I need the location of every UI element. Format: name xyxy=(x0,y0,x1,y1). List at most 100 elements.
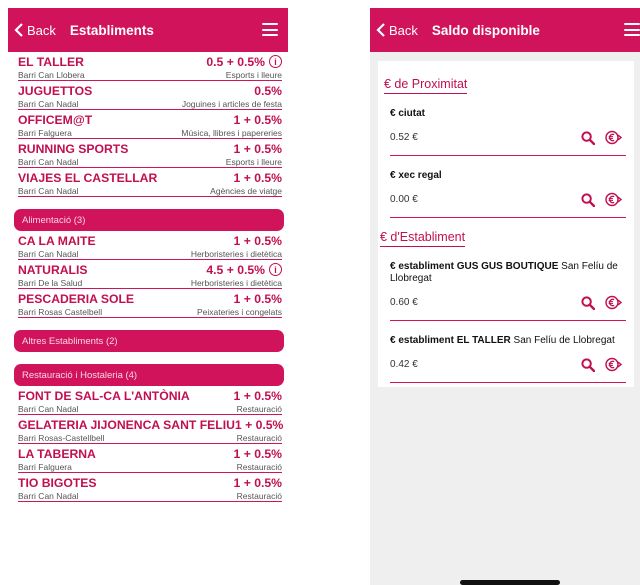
info-icon[interactable]: i xyxy=(269,263,282,276)
search-icon[interactable] xyxy=(581,295,595,310)
establishment-name: VIAJES EL CASTELLAR xyxy=(18,170,158,185)
neighbourhood: Barri Falguera xyxy=(18,462,72,472)
neighbourhood: Barri Can Nadal xyxy=(18,157,79,167)
home-indicator xyxy=(460,580,560,585)
establishment-name: TIO BIGOTES xyxy=(18,475,97,490)
discount-value: 0.5 + 0.5% xyxy=(206,54,265,69)
discount-value: 1 + 0.5% xyxy=(233,112,282,127)
establishment-row[interactable]: JUGUETTOS 0.5% Barri Can Nadal Joguines i a… xyxy=(18,81,282,110)
category-header-alimentacio[interactable]: Alimentació (3) xyxy=(14,209,284,231)
establishment-name: FONT DE SAL-CA L'ANTÒNIA xyxy=(18,388,190,403)
establishment-category: Herboristeries i dietètica xyxy=(190,278,282,288)
back-button[interactable]: Back xyxy=(8,23,56,38)
balance-name-bold: € ciutat xyxy=(390,108,426,119)
establishment-row[interactable]: PESCADERIA SOLE 1 + 0.5% Barri Rosas Caste… xyxy=(18,289,282,318)
balance-actions xyxy=(581,295,622,310)
establishment-name: LA TABERNA xyxy=(18,446,96,461)
euro-transfer-icon[interactable] xyxy=(605,130,622,145)
establishment-name: GELATERIA JIJONENCA SANT FELIU xyxy=(18,417,235,432)
category-header-restauracio[interactable]: Restauració i Hostaleria (4) xyxy=(14,364,284,386)
chevron-left-icon xyxy=(376,23,385,37)
discount-percent: 1 + 0.5% xyxy=(234,389,282,403)
establishment-list: EL TALLER 0.5 + 0.5% i Barri Can Llobera Esp… xyxy=(8,52,288,502)
page-title: Establiments xyxy=(69,22,154,38)
hamburger-menu-icon[interactable] xyxy=(262,23,278,36)
neighbourhood: Barri De la Salud xyxy=(18,278,83,288)
section-title-proximitat: € de Proximitat xyxy=(384,77,468,94)
search-icon[interactable] xyxy=(581,130,595,145)
balance-card: € establiment GUS GUS BOUTIQUE San Felíu… xyxy=(390,247,626,321)
back-button[interactable]: Back xyxy=(370,23,418,38)
discount-percent: 1 + 0.5% xyxy=(234,476,282,490)
establishment-category: Agències de viatge xyxy=(210,186,282,196)
establishment-name: JUGUETTOS xyxy=(18,83,93,98)
discount-value: 1 + 0.5% xyxy=(233,388,282,403)
establishment-row[interactable]: GELATERIA JIJONENCA SANT FELIU 1 + 0.5% Ba… xyxy=(18,415,283,444)
balance-actions xyxy=(581,357,622,372)
establishment-row[interactable]: OFFICEM@T 1 + 0.5% Barri Falguera Música, l… xyxy=(18,110,282,139)
balance-actions xyxy=(581,192,622,207)
euro-transfer-icon[interactable] xyxy=(605,357,622,372)
establiments-screen: Back Establiments EL TALLER 0.5 + 0.5% i Ba… xyxy=(8,8,288,585)
balance-name-rest: San Felíu de Llobregat xyxy=(510,335,615,346)
establishment-name: PESCADERIA SOLE xyxy=(18,291,135,306)
discount-percent: 1 + 0.5% xyxy=(235,418,283,432)
balance-name-bold: € xec regal xyxy=(390,170,442,181)
search-icon[interactable] xyxy=(581,192,595,207)
establishment-category: Esports i lleure xyxy=(225,157,282,167)
search-icon[interactable] xyxy=(581,357,595,372)
hamburger-menu-icon[interactable] xyxy=(624,23,640,36)
back-label: Back xyxy=(389,22,418,38)
establishment-name: NATURALIS xyxy=(18,262,88,277)
balance-card: € ciutat 0.52 € xyxy=(390,94,626,156)
establishment-category: Herboristeries i dietètica xyxy=(190,249,282,259)
establishment-name: RUNNING SPORTS xyxy=(18,141,129,156)
discount-value: 1 + 0.5% xyxy=(233,141,282,156)
balance-card: € xec regal 0.00 € xyxy=(390,156,626,218)
establishment-category: Restauració xyxy=(236,491,282,501)
neighbourhood: Barri Can Nadal xyxy=(18,491,79,501)
establishment-category: Restauració xyxy=(236,433,282,443)
establishment-category: Restauració xyxy=(236,404,282,414)
balance-amount: 0.42 € xyxy=(390,359,418,370)
establishment-row[interactable]: TIO BIGOTES 1 + 0.5% Barri Can Nadal Restau… xyxy=(18,473,282,502)
establishment-row[interactable]: CA LA MAITE 1 + 0.5% Barri Can Nadal Herbor… xyxy=(18,231,282,260)
category-header-altres[interactable]: Altres Establiments (2) xyxy=(14,330,284,352)
establishment-row[interactable]: NATURALIS 4.5 + 0.5% i Barri De la Salud Her… xyxy=(18,260,282,289)
balance-amount: 0.00 € xyxy=(390,194,418,205)
establishment-category: Joguines i articles de festa xyxy=(181,99,282,109)
balance-panel: € de Proximitat € ciutat 0.52 € € xec rega… xyxy=(378,61,634,387)
balance-name: € establiment GUS GUS BOUTIQUE San Felíu… xyxy=(390,261,626,285)
neighbourhood: Barri Can Llobera xyxy=(18,70,85,80)
neighbourhood: Barri Can Nadal xyxy=(18,99,79,109)
balance-actions xyxy=(581,130,622,145)
establishment-name: OFFICEM@T xyxy=(18,112,93,127)
discount-percent: 1 + 0.5% xyxy=(234,447,282,461)
neighbourhood: Barri Falguera xyxy=(18,128,72,138)
establishment-row[interactable]: RUNNING SPORTS 1 + 0.5% Barri Can Nadal Esp… xyxy=(18,139,282,168)
establishment-category: Música, llibres i papereries xyxy=(181,128,282,138)
info-icon[interactable]: i xyxy=(269,55,282,68)
euro-transfer-icon[interactable] xyxy=(605,192,622,207)
balance-amount: 0.60 € xyxy=(390,297,418,308)
discount-value: 4.5 + 0.5% xyxy=(206,262,265,277)
establishment-row[interactable]: LA TABERNA 1 + 0.5% Barri Falguera Restaura… xyxy=(18,444,282,473)
establishment-category: Restauració xyxy=(236,462,282,472)
top-bar: Back Establiments xyxy=(8,8,288,52)
top-bar: Back Saldo disponible xyxy=(370,8,640,52)
euro-transfer-icon[interactable] xyxy=(605,295,622,310)
discount-percent: 1 + 0.5% xyxy=(234,113,282,127)
discount-value: 1 + 0.5% xyxy=(233,291,282,306)
balance-amount: 0.52 € xyxy=(390,132,418,143)
establishment-row[interactable]: EL TALLER 0.5 + 0.5% i Barri Can Llobera Esp… xyxy=(18,52,282,81)
discount-percent: 4.5 + 0.5% i xyxy=(206,263,282,277)
chevron-left-icon xyxy=(14,23,23,37)
establishment-row[interactable]: FONT DE SAL-CA L'ANTÒNIA 1 + 0.5% Barri Ca… xyxy=(18,386,282,415)
establishment-row[interactable]: VIAJES EL CASTELLAR 1 + 0.5% Barri Can Nad… xyxy=(18,168,282,197)
balance-name: € ciutat xyxy=(390,108,626,120)
establishment-name: EL TALLER xyxy=(18,54,84,69)
page-title: Saldo disponible xyxy=(431,22,540,38)
discount-value: 0.5% xyxy=(254,83,282,98)
balance-card: € establiment EL TALLER San Felíu de Llo… xyxy=(390,321,626,383)
back-label: Back xyxy=(27,22,56,38)
